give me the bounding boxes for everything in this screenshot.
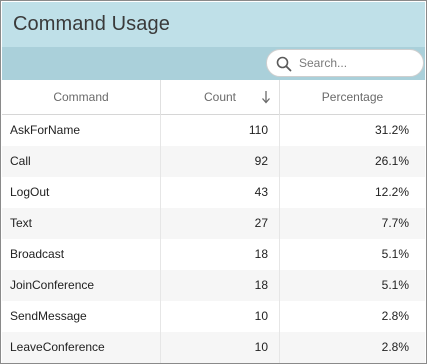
cell-percentage: 7.7% (381, 216, 409, 230)
table-header: Command Count Percentage (2, 80, 425, 115)
cell-count: 10 (161, 301, 280, 332)
table-row[interactable]: LeaveConference 10 2.8% (2, 332, 425, 363)
search-box[interactable] (266, 49, 424, 77)
cell-command: LogOut (2, 177, 161, 208)
table-row[interactable]: SendMessage 10 2.8% (2, 301, 425, 332)
column-header-command[interactable]: Command (2, 80, 161, 115)
column-header-count[interactable]: Count (161, 80, 280, 115)
command-usage-panel: Command Usage Command Count Percentage (0, 0, 427, 364)
cell-percentage: 26.1% (374, 154, 409, 168)
cell-percentage: 5.1% (381, 247, 409, 261)
search-input[interactable] (299, 53, 417, 73)
cell-command: AskForName (2, 115, 161, 146)
column-header-percentage[interactable]: Percentage (280, 80, 425, 115)
command-table: Command Count Percentage AskForName 110 … (2, 80, 425, 363)
cell-percentage: 12.2% (374, 185, 409, 199)
panel-title: Command Usage (13, 13, 170, 35)
table-row[interactable]: AskForName 110 31.2% (2, 115, 425, 146)
table-row[interactable]: LogOut 43 12.2% (2, 177, 425, 208)
cell-percentage: 31.2% (374, 123, 409, 137)
cell-count: 27 (161, 208, 280, 239)
search-toolbar (2, 47, 425, 80)
arrow-down-icon (262, 91, 270, 104)
cell-command: Broadcast (2, 239, 161, 270)
cell-percentage: 2.8% (381, 340, 409, 354)
table-row[interactable]: Text 27 7.7% (2, 208, 425, 239)
cell-count: 43 (161, 177, 280, 208)
cell-count: 10 (161, 332, 280, 363)
cell-count: 18 (161, 270, 280, 301)
cell-command: Call (2, 146, 161, 177)
cell-percentage: 5.1% (381, 278, 409, 292)
search-icon (276, 56, 292, 72)
cell-command: LeaveConference (2, 332, 161, 363)
cell-count: 110 (161, 115, 280, 146)
table-row[interactable]: Broadcast 18 5.1% (2, 239, 425, 270)
cell-command: SendMessage (2, 301, 161, 332)
cell-command: Text (2, 208, 161, 239)
table-row[interactable]: JoinConference 18 5.1% (2, 270, 425, 301)
table-row[interactable]: Call 92 26.1% (2, 146, 425, 177)
cell-command: JoinConference (2, 270, 161, 301)
title-bar: Command Usage (2, 2, 425, 47)
cell-count: 92 (161, 146, 280, 177)
cell-count: 18 (161, 239, 280, 270)
column-header-count-label: Count (203, 90, 237, 104)
cell-percentage: 2.8% (381, 309, 409, 323)
